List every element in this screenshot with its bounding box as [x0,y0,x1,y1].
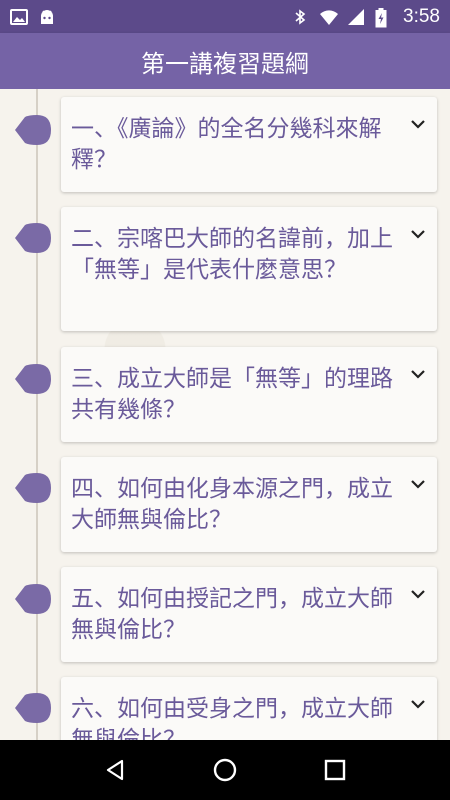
question-text: 六、如何由受身之門，成立大師無與倫比？ [71,696,393,740]
status-time: 3:58 [403,5,440,27]
outline-list[interactable]: 一、《廣論》的全名分幾科來解釋？ 二、宗喀巴大師的名諱前，加上「無等」是代表什麼… [0,89,450,740]
question-card[interactable]: 一、《廣論》的全名分幾科來解釋？ [61,97,437,192]
home-icon[interactable] [211,756,239,784]
chevron-down-icon[interactable] [409,585,427,603]
question-card[interactable]: 四、如何由化身本源之門，成立大師無與倫比？ [61,457,437,552]
wifi-icon [319,8,339,26]
question-text: 二、宗喀巴大師的名諱前，加上「無等」是代表什麼意思？ [71,226,393,283]
timeline-dot-icon [15,223,51,253]
question-text: 四、如何由化身本源之門，成立大師無與倫比？ [71,476,393,533]
question-card[interactable]: 二、宗喀巴大師的名諱前，加上「無等」是代表什麼意思？ [61,207,437,331]
timeline-dot-icon [15,584,51,614]
timeline-dot-icon [15,364,51,394]
chevron-down-icon[interactable] [409,225,427,243]
signal-icon [347,8,365,26]
question-card[interactable]: 五、如何由授記之門，成立大師無與倫比？ [61,567,437,662]
back-icon[interactable] [101,756,129,784]
question-text: 三、成立大師是「無等」的理路共有幾條？ [71,366,393,423]
bluetooth-icon [291,8,309,26]
app-bar: 第一講複習題綱 [0,33,450,89]
status-bar: 3:58 [0,0,450,33]
image-icon [10,8,28,26]
android-icon [38,8,56,26]
recents-icon[interactable] [321,756,349,784]
timeline-dot-icon [15,473,51,503]
chevron-down-icon[interactable] [409,115,427,133]
question-text: 一、《廣論》的全名分幾科來解釋？ [71,116,382,173]
chevron-down-icon[interactable] [409,475,427,493]
question-text: 五、如何由授記之門，成立大師無與倫比？ [71,586,393,643]
page-title: 第一講複習題綱 [141,49,309,78]
timeline-line [36,89,38,740]
navigation-bar [0,740,450,800]
question-card[interactable]: 六、如何由受身之門，成立大師無與倫比？ [61,677,437,740]
battery-charging-icon [375,7,393,27]
timeline-dot-icon [15,693,51,723]
question-card[interactable]: 三、成立大師是「無等」的理路共有幾條？ [61,347,437,442]
chevron-down-icon[interactable] [409,695,427,713]
timeline-dot-icon [15,115,51,145]
chevron-down-icon[interactable] [409,365,427,383]
